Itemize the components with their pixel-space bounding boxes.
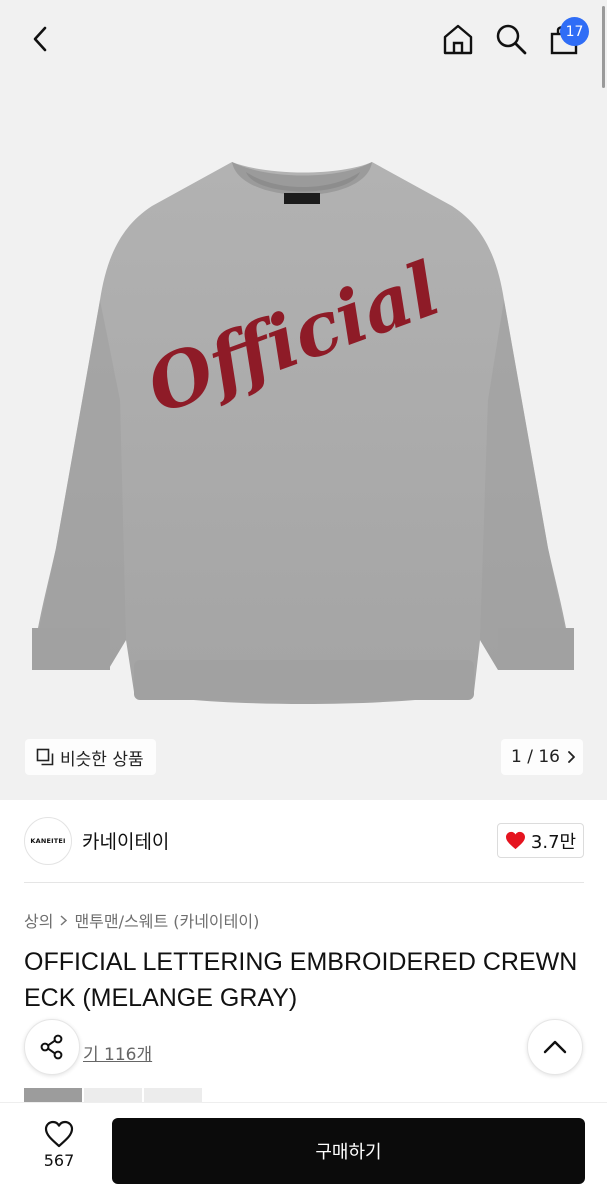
page-indicator-text: 1 / 16 [511, 747, 560, 767]
share-button[interactable] [24, 1019, 80, 1075]
copy-icon [36, 748, 54, 766]
heart-filled-icon [505, 831, 525, 850]
home-icon [443, 24, 473, 55]
product-title: OFFICIAL LETTERING EMBROIDERED CREWNECK … [24, 948, 578, 1012]
brand-like-button[interactable]: 3.7만 [497, 823, 584, 858]
chevron-right-icon [568, 751, 575, 763]
brand-logo[interactable]: KANEITEI [24, 817, 72, 865]
thumbnail-strip [24, 1088, 202, 1102]
heart-outline-icon [44, 1120, 74, 1148]
buy-button[interactable]: 구매하기 [112, 1118, 585, 1184]
scroll-to-top-button[interactable] [527, 1019, 583, 1075]
breadcrumb-category[interactable]: 상의 [24, 908, 53, 932]
thumbnail[interactable] [24, 1088, 82, 1102]
thumbnail[interactable] [144, 1088, 202, 1102]
wishlist-button[interactable]: 567 [30, 1120, 88, 1170]
scrollbar[interactable] [602, 6, 605, 88]
similar-products-label: 비슷한 상품 [60, 749, 144, 770]
chevron-left-icon [33, 26, 47, 52]
share-icon [40, 1034, 63, 1060]
search-button[interactable] [489, 17, 533, 61]
cart-count-badge: 17 [560, 17, 589, 46]
image-page-indicator[interactable]: 1 / 16 [501, 739, 583, 775]
search-icon [496, 24, 527, 55]
wishlist-count: 567 [43, 1151, 75, 1170]
divider [24, 882, 584, 883]
sweatshirt-photo: Official [32, 162, 574, 704]
breadcrumb: 상의 맨투맨/스웨트 (카네이테이) [24, 908, 259, 932]
back-button[interactable] [19, 17, 63, 61]
breadcrumb-subcategory[interactable]: 맨투맨/스웨트 (카네이테이) [74, 908, 259, 932]
chevron-up-icon [543, 1040, 567, 1054]
similar-products-button[interactable]: 비슷한 상품 [25, 739, 156, 775]
review-link[interactable]: 기 116개 [83, 1040, 152, 1065]
breadcrumb-chevron-icon [60, 914, 68, 926]
home-button[interactable] [436, 17, 480, 61]
brand-name[interactable]: 카네이테이 [82, 827, 169, 854]
brand-logo-text: KANEITEI [30, 837, 66, 845]
product-image[interactable]: Official [0, 0, 607, 800]
thumbnail[interactable] [84, 1088, 142, 1102]
brand-like-count: 3.7만 [530, 831, 577, 853]
